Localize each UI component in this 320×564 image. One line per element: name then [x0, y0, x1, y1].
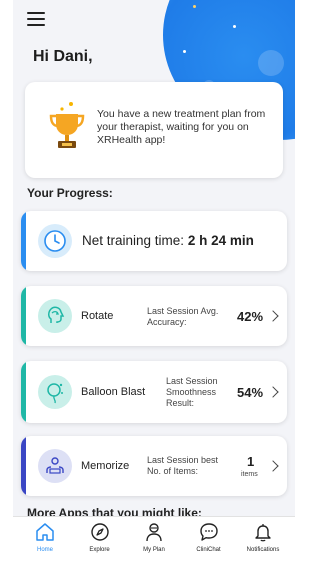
- home-icon: [36, 523, 54, 541]
- training-label: Net training time:: [82, 233, 185, 248]
- bell-icon: [255, 524, 271, 542]
- card-accent-bar: [21, 436, 26, 496]
- nav-notifications[interactable]: Notifications: [237, 521, 289, 553]
- hamburger-menu-icon[interactable]: [27, 12, 45, 26]
- progress-section-title: Your Progress:: [27, 186, 113, 200]
- person-icon: [146, 523, 162, 542]
- head-rotate-icon: [38, 299, 72, 333]
- clock-icon: [38, 224, 72, 258]
- metric-label: Last Session Smoothness Result:: [166, 376, 218, 408]
- metric-value: 1: [247, 454, 255, 469]
- chevron-right-icon[interactable]: [267, 386, 279, 398]
- trophy-icon: [49, 102, 85, 148]
- card-accent-bar: [21, 286, 26, 346]
- app-card-memorize[interactable]: Memorize Last Session best No. of Items:…: [21, 436, 287, 496]
- treatment-plan-notification-card[interactable]: You have a new treatment plan from your …: [25, 82, 283, 178]
- app-screen: Hi Dani, You have a new treatment plan f…: [13, 0, 295, 564]
- metric-label: Last Session Avg. Accuracy:: [147, 306, 219, 327]
- app-card-balloon-blast[interactable]: Balloon Blast Last Session Smoothness Re…: [21, 361, 287, 423]
- nav-label: Home: [36, 547, 53, 553]
- app-name: Rotate: [81, 310, 114, 322]
- card-accent-bar: [21, 211, 26, 271]
- nav-clinichat[interactable]: CliniChat: [183, 521, 235, 553]
- metric-unit: items: [241, 471, 258, 478]
- nav-label: Notifications: [246, 547, 280, 553]
- greeting-title: Hi Dani,: [33, 48, 93, 65]
- notification-message: You have a new treatment plan from your …: [97, 108, 266, 146]
- chevron-right-icon[interactable]: [267, 460, 279, 472]
- net-training-time-card: Net training time: 2 h 24 min: [21, 211, 287, 271]
- metric-value: 42%: [237, 309, 264, 324]
- net-training-time: Net training time: 2 h 24 min: [82, 233, 254, 248]
- nav-explore[interactable]: Explore: [74, 521, 126, 553]
- chat-icon: [199, 523, 218, 541]
- app-name: Balloon Blast: [81, 386, 146, 398]
- balloon-icon: [38, 375, 72, 409]
- app-card-rotate[interactable]: Rotate Last Session Avg. Accuracy: 42%: [21, 286, 287, 346]
- nav-my-plan[interactable]: My Plan: [128, 521, 180, 553]
- metric-label: Last Session best No. of Items:: [147, 455, 219, 476]
- chevron-right-icon[interactable]: [267, 310, 279, 322]
- memory-icon: [38, 449, 72, 483]
- metric-value: 54%: [237, 385, 264, 400]
- nav-label: Explore: [89, 547, 110, 553]
- card-accent-bar: [21, 361, 26, 423]
- nav-label: CliniChat: [196, 547, 221, 553]
- compass-icon: [90, 523, 109, 541]
- training-value: 2 h 24 min: [187, 233, 254, 248]
- nav-home[interactable]: Home: [19, 521, 71, 553]
- nav-label: My Plan: [143, 547, 165, 553]
- bottom-navigation: Home Explore My Plan CliniChat Notificat…: [13, 516, 295, 564]
- app-name: Memorize: [81, 460, 130, 472]
